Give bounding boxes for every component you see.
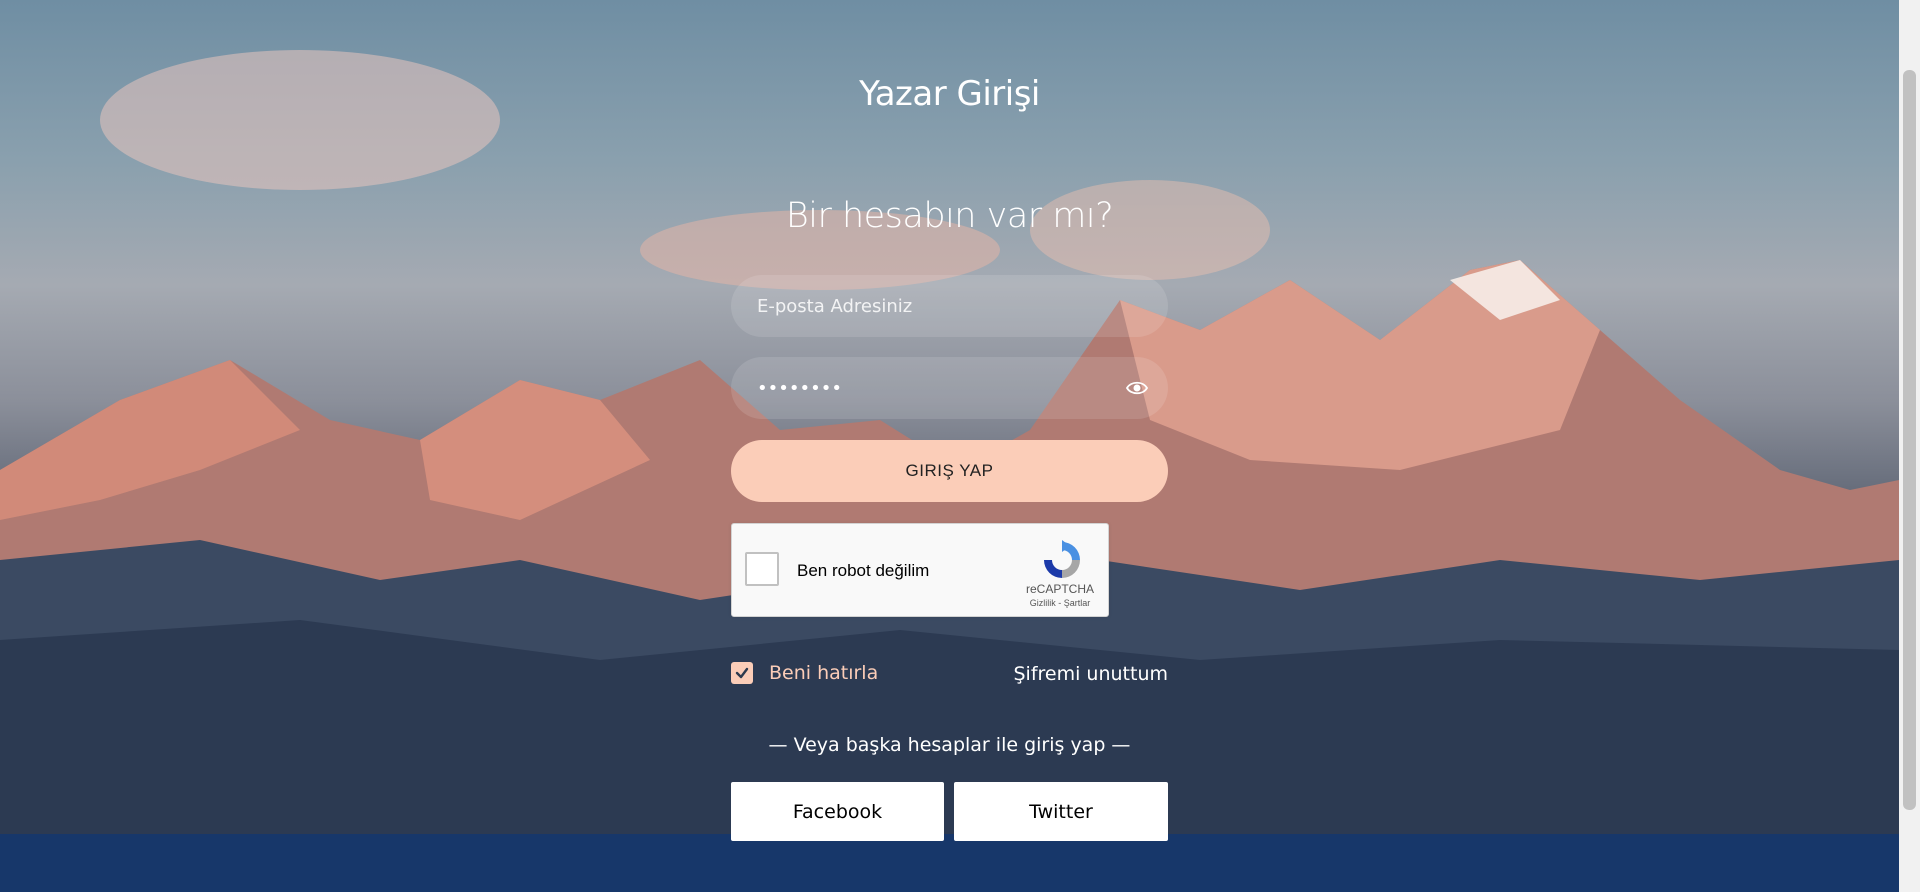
captcha-brand: reCAPTCHA bbox=[1025, 582, 1094, 596]
login-heading: Bir hesabın var mı? bbox=[785, 196, 1114, 236]
login-button[interactable]: GIRIŞ YAP bbox=[731, 440, 1168, 502]
remember-label: Beni hatırla bbox=[769, 662, 879, 684]
eye-icon[interactable] bbox=[1125, 377, 1149, 399]
recaptcha-widget: Ben robot değilim reCAPTCHA Gizlilik - Ş… bbox=[731, 523, 1109, 617]
captcha-links[interactable]: Gizlilik - Şartlar bbox=[1018, 598, 1102, 608]
page-title: Yazar Girişi bbox=[859, 74, 1040, 114]
recaptcha-logo-icon bbox=[1040, 538, 1084, 582]
email-input[interactable] bbox=[731, 275, 1168, 337]
forgot-password-link[interactable]: Şifremi unuttum bbox=[1013, 663, 1168, 685]
login-panel: Yazar Girişi Bir hesabın var mı? GIRIŞ Y… bbox=[731, 0, 1168, 892]
password-input[interactable] bbox=[731, 357, 1168, 419]
social-divider: — Veya başka hesaplar ile giriş yap — bbox=[768, 734, 1131, 756]
scrollbar[interactable] bbox=[1899, 0, 1920, 892]
check-icon[interactable] bbox=[731, 662, 753, 684]
facebook-button[interactable]: Facebook bbox=[731, 782, 944, 841]
captcha-checkbox[interactable] bbox=[745, 552, 779, 586]
remember-me[interactable]: Beni hatırla bbox=[731, 661, 878, 685]
scrollbar-thumb[interactable] bbox=[1903, 70, 1916, 810]
captcha-label: Ben robot değilim bbox=[797, 561, 930, 580]
twitter-button[interactable]: Twitter bbox=[954, 782, 1168, 841]
